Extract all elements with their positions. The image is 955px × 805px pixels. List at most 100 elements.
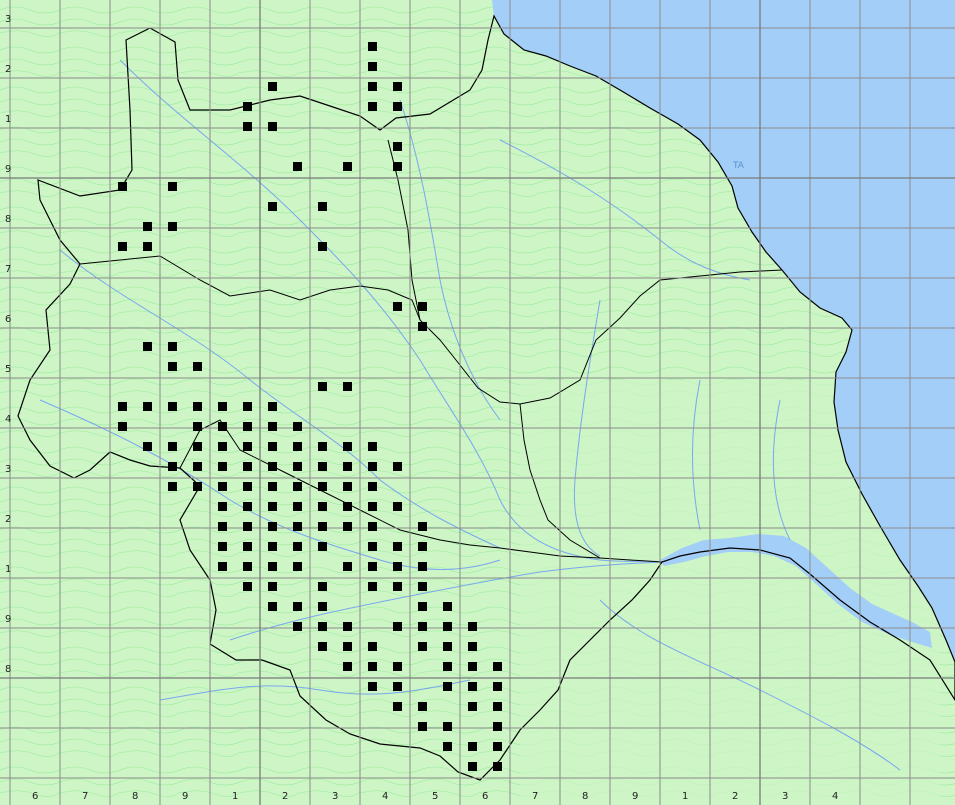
record-square [418, 642, 427, 651]
record-square [468, 622, 477, 631]
record-square [493, 682, 502, 691]
record-square [393, 102, 402, 111]
grid-label-easting: 8 [582, 791, 588, 802]
record-square [293, 462, 302, 471]
record-square [343, 442, 352, 451]
record-square [193, 482, 202, 491]
grid-label-northing: 8 [5, 214, 11, 225]
grid-label-easting: 7 [532, 791, 538, 802]
record-square [368, 542, 377, 551]
record-square [218, 542, 227, 551]
record-square [493, 702, 502, 711]
record-square [493, 742, 502, 751]
grid-label-easting: 5 [432, 791, 438, 802]
record-square [368, 562, 377, 571]
record-square [168, 402, 177, 411]
record-square [468, 662, 477, 671]
record-square [143, 342, 152, 351]
record-square [368, 482, 377, 491]
record-square [368, 462, 377, 471]
grid-label-northing: 9 [5, 164, 11, 175]
record-square [443, 722, 452, 731]
grid-label-northing: 2 [5, 514, 11, 525]
record-square [218, 482, 227, 491]
record-square [443, 622, 452, 631]
record-square [268, 122, 277, 131]
record-square [418, 562, 427, 571]
record-square [268, 442, 277, 451]
grid-label-northing: 1 [5, 564, 11, 575]
record-square [393, 682, 402, 691]
record-square [243, 422, 252, 431]
record-square [493, 762, 502, 771]
record-square [218, 502, 227, 511]
grid-label-northing: 3 [5, 14, 11, 25]
grid-label-easting: 4 [382, 791, 388, 802]
record-square [343, 662, 352, 671]
record-square [243, 502, 252, 511]
record-square [368, 642, 377, 651]
record-square [243, 542, 252, 551]
record-square [368, 82, 377, 91]
record-square [318, 502, 327, 511]
record-square [368, 682, 377, 691]
record-square [468, 742, 477, 751]
record-square [468, 642, 477, 651]
record-square [318, 582, 327, 591]
record-square [468, 702, 477, 711]
record-square [418, 702, 427, 711]
record-square [293, 542, 302, 551]
grid-label-northing: 6 [5, 314, 11, 325]
record-square [493, 722, 502, 731]
record-square [393, 302, 402, 311]
record-square [218, 462, 227, 471]
grid-label-easting: 8 [132, 791, 138, 802]
record-square [318, 482, 327, 491]
record-square [193, 462, 202, 471]
record-square [368, 582, 377, 591]
record-square [243, 402, 252, 411]
record-square [193, 362, 202, 371]
record-square [318, 522, 327, 531]
record-square [268, 602, 277, 611]
record-square [118, 182, 127, 191]
record-square [143, 442, 152, 451]
record-square [193, 402, 202, 411]
record-square [218, 562, 227, 571]
record-square [393, 662, 402, 671]
sea-grid-label: TA [732, 161, 745, 171]
record-square [393, 462, 402, 471]
record-square [343, 522, 352, 531]
record-square [343, 502, 352, 511]
record-square [118, 402, 127, 411]
record-square [268, 562, 277, 571]
record-square [193, 442, 202, 451]
record-square [218, 422, 227, 431]
record-square [418, 602, 427, 611]
record-square [118, 242, 127, 251]
record-square [318, 642, 327, 651]
record-square [268, 82, 277, 91]
record-square [143, 242, 152, 251]
record-square [318, 382, 327, 391]
record-square [343, 482, 352, 491]
record-square [343, 462, 352, 471]
record-square [443, 602, 452, 611]
record-square [368, 62, 377, 71]
record-square [418, 622, 427, 631]
record-square [293, 482, 302, 491]
record-square [293, 522, 302, 531]
record-square [418, 722, 427, 731]
grid-label-northing: 3 [5, 464, 11, 475]
record-square [243, 562, 252, 571]
record-square [268, 202, 277, 211]
record-square [168, 222, 177, 231]
grid-label-northing: 7 [5, 264, 11, 275]
grid-label-easting: 3 [332, 791, 338, 802]
distribution-map: 6 7 8 9 1 2 3 4 5 6 7 8 9 1 2 3 4 3 2 1 9 8 7 6 5 4 3 2 1 9 8 TA [0, 0, 955, 805]
grid-label-northing: 8 [5, 664, 11, 675]
record-square [293, 162, 302, 171]
record-square [218, 442, 227, 451]
record-square [443, 642, 452, 651]
record-square [268, 542, 277, 551]
